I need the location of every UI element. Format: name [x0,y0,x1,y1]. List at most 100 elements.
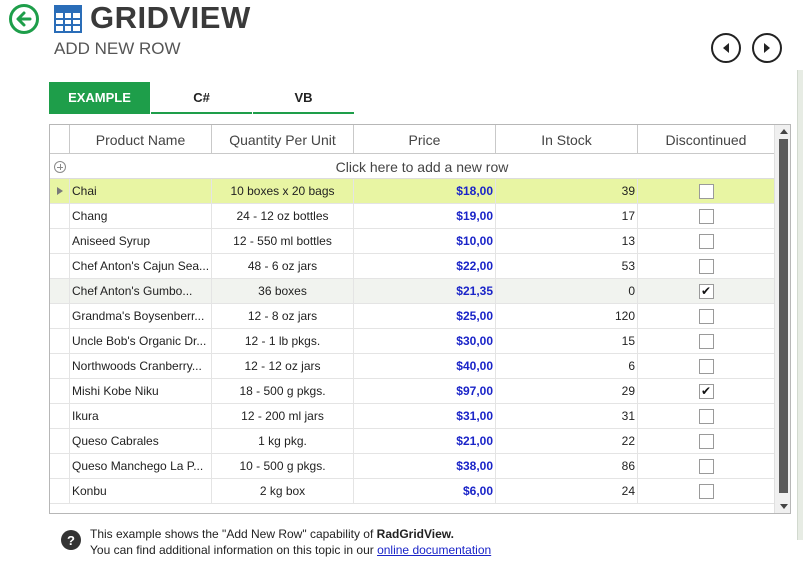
scroll-down-icon[interactable] [780,504,788,509]
cell-quantity[interactable]: 10 - 500 g pkgs. [212,454,354,478]
previous-button[interactable] [711,33,741,63]
column-header-discontinued[interactable]: Discontinued [638,125,774,154]
column-header-in-stock[interactable]: In Stock [496,125,638,154]
cell-product-name[interactable]: Queso Manchego La P... [70,454,212,478]
table-row[interactable]: Chang 24 - 12 oz bottles $19,00 17 [50,204,774,229]
table-row[interactable]: Queso Cabrales 1 kg pkg. $21,00 22 [50,429,774,454]
cell-in-stock[interactable]: 15 [496,329,638,353]
cell-price[interactable]: $18,00 [354,179,496,203]
scroll-up-icon[interactable] [780,129,788,134]
tab-csharp[interactable]: C# [151,82,252,114]
cell-price[interactable]: $25,00 [354,304,496,328]
column-header-product-name[interactable]: Product Name [70,125,212,154]
add-new-row-label: Click here to add a new row [335,158,509,175]
cell-in-stock[interactable]: 0 [496,279,638,303]
discontinued-checkbox[interactable] [698,433,714,449]
discontinued-checkbox[interactable] [698,483,714,499]
cell-discontinued [638,454,774,478]
cell-product-name[interactable]: Grandma's Boysenberr... [70,304,212,328]
cell-quantity[interactable]: 12 - 8 oz jars [212,304,354,328]
cell-price[interactable]: $31,00 [354,404,496,428]
discontinued-checkbox[interactable]: ✔ [698,383,714,399]
cell-price[interactable]: $38,00 [354,454,496,478]
cell-product-name[interactable]: Uncle Bob's Organic Dr... [70,329,212,353]
column-header-quantity[interactable]: Quantity Per Unit [212,125,354,154]
cell-price[interactable]: $22,00 [354,254,496,278]
vertical-scrollbar[interactable] [774,125,790,513]
online-documentation-link[interactable]: online documentation [377,543,491,557]
cell-price[interactable]: $97,00 [354,379,496,403]
discontinued-checkbox[interactable] [698,333,714,349]
scroll-thumb[interactable] [779,139,788,493]
table-row[interactable]: Aniseed Syrup 12 - 550 ml bottles $10,00 13 [50,229,774,254]
cell-quantity[interactable]: 18 - 500 g pkgs. [212,379,354,403]
cell-in-stock[interactable]: 31 [496,404,638,428]
cell-in-stock[interactable]: 53 [496,254,638,278]
cell-in-stock[interactable]: 29 [496,379,638,403]
cell-quantity[interactable]: 2 kg box [212,479,354,503]
cell-quantity[interactable]: 36 boxes [212,279,354,303]
cell-price[interactable]: $10,00 [354,229,496,253]
cell-in-stock[interactable]: 120 [496,304,638,328]
discontinued-checkbox[interactable] [698,183,714,199]
cell-in-stock[interactable]: 39 [496,179,638,203]
cell-in-stock[interactable]: 17 [496,204,638,228]
cell-product-name[interactable]: Konbu [70,479,212,503]
cell-quantity[interactable]: 12 - 12 oz jars [212,354,354,378]
cell-product-name[interactable]: Chef Anton's Cajun Sea... [70,254,212,278]
cell-price[interactable]: $40,00 [354,354,496,378]
cell-in-stock[interactable]: 6 [496,354,638,378]
cell-in-stock[interactable]: 24 [496,479,638,503]
discontinued-checkbox[interactable] [698,408,714,424]
tab-example[interactable]: EXAMPLE [49,82,150,114]
table-row[interactable]: Queso Manchego La P... 10 - 500 g pkgs. $3… [50,454,774,479]
cell-price[interactable]: $21,00 [354,429,496,453]
cell-quantity[interactable]: 12 - 200 ml jars [212,404,354,428]
discontinued-checkbox[interactable] [698,258,714,274]
cell-product-name[interactable]: Ikura [70,404,212,428]
cell-product-name[interactable]: Mishi Kobe Niku [70,379,212,403]
discontinued-checkbox[interactable] [698,208,714,224]
cell-product-name[interactable]: Aniseed Syrup [70,229,212,253]
cell-price[interactable]: $19,00 [354,204,496,228]
cell-price[interactable]: $6,00 [354,479,496,503]
header-indicator-cell [50,125,70,154]
add-new-row[interactable]: Click here to add a new row [50,155,774,179]
cell-discontinued [638,404,774,428]
table-row[interactable]: Ikura 12 - 200 ml jars $31,00 31 [50,404,774,429]
column-header-price[interactable]: Price [354,125,496,154]
discontinued-checkbox[interactable]: ✔ [698,283,714,299]
discontinued-checkbox[interactable] [698,233,714,249]
cell-product-name[interactable]: Queso Cabrales [70,429,212,453]
cell-price[interactable]: $21,35 [354,279,496,303]
cell-product-name[interactable]: Chai [70,179,212,203]
cell-quantity[interactable]: 12 - 1 lb pkgs. [212,329,354,353]
table-row[interactable]: Grandma's Boysenberr... 12 - 8 oz jars $25… [50,304,774,329]
cell-product-name[interactable]: Chang [70,204,212,228]
next-button[interactable] [752,33,782,63]
cell-quantity[interactable]: 10 boxes x 20 bags [212,179,354,203]
table-row[interactable]: Uncle Bob's Organic Dr... 12 - 1 lb pkgs.… [50,329,774,354]
previous-icon [723,43,729,53]
table-row[interactable]: Konbu 2 kg box $6,00 24 [50,479,774,504]
cell-in-stock[interactable]: 22 [496,429,638,453]
cell-quantity[interactable]: 24 - 12 oz bottles [212,204,354,228]
cell-quantity[interactable]: 1 kg pkg. [212,429,354,453]
cell-in-stock[interactable]: 86 [496,454,638,478]
table-row[interactable]: Chef Anton's Gumbo... 36 boxes $21,35 0 ✔ [50,279,774,304]
cell-product-name[interactable]: Northwoods Cranberry... [70,354,212,378]
cell-quantity[interactable]: 48 - 6 oz jars [212,254,354,278]
cell-in-stock[interactable]: 13 [496,229,638,253]
discontinued-checkbox[interactable] [698,458,714,474]
cell-product-name[interactable]: Chef Anton's Gumbo... [70,279,212,303]
table-row[interactable]: Chef Anton's Cajun Sea... 48 - 6 oz jars $… [50,254,774,279]
table-row[interactable]: Chai 10 boxes x 20 bags $18,00 39 [50,179,774,204]
tab-vb[interactable]: VB [253,82,354,114]
back-button[interactable] [9,4,39,34]
cell-price[interactable]: $30,00 [354,329,496,353]
table-row[interactable]: Northwoods Cranberry... 12 - 12 oz jars $4… [50,354,774,379]
discontinued-checkbox[interactable] [698,358,714,374]
cell-quantity[interactable]: 12 - 550 ml bottles [212,229,354,253]
discontinued-checkbox[interactable] [698,308,714,324]
table-row[interactable]: Mishi Kobe Niku 18 - 500 g pkgs. $97,00 29 ✔ [50,379,774,404]
